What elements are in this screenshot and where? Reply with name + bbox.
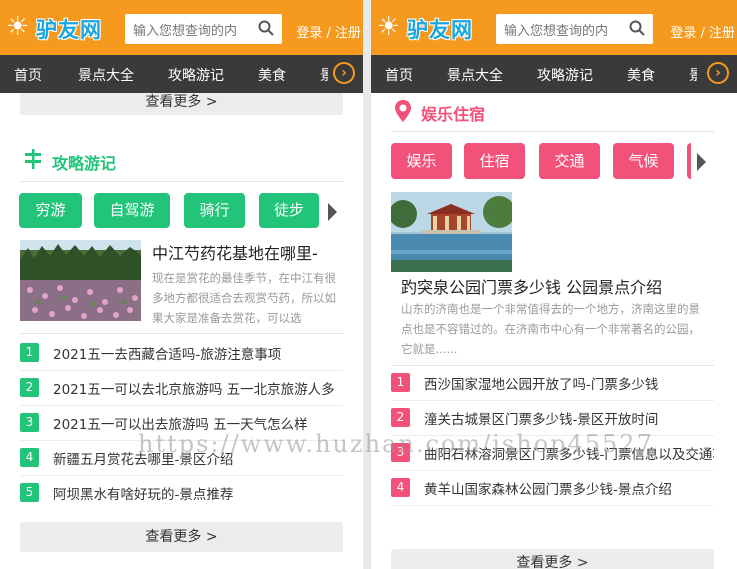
site-logo[interactable]: ☀ 驴友网	[6, 8, 118, 48]
login-register-link[interactable]: 登录 / 注册	[296, 22, 361, 41]
signpost-icon	[25, 149, 41, 169]
rank-number: 1	[391, 373, 410, 392]
view-more-button[interactable]: 查看更多 >	[20, 522, 343, 552]
category-hiking[interactable]: 徒步	[259, 193, 319, 228]
map-pin-icon	[395, 100, 411, 122]
header-bar: ☀ 驴友网 输入您想查询的内 登录 / 注册	[0, 0, 363, 55]
article-thumbnail[interactable]	[20, 240, 141, 321]
nav-item-food[interactable]: 美食	[627, 65, 655, 85]
category-climate[interactable]: 气候	[613, 143, 674, 179]
nav-item-guides[interactable]: 攻略游记	[168, 65, 224, 85]
nav-item-scenic[interactable]: 景点大全	[78, 65, 134, 85]
rank-number: 5	[20, 483, 39, 502]
search-icon[interactable]	[258, 20, 274, 36]
login-register-link[interactable]: 登录 / 注册	[670, 22, 735, 41]
view-more-button-top[interactable]: 查看更多 >	[20, 93, 343, 115]
search-input[interactable]: 输入您想查询的内	[125, 14, 282, 44]
nav-item-partial[interactable]: 景	[320, 65, 328, 85]
list-item-text: 阿坝黑水有啥好玩的-景点推荐	[53, 487, 234, 503]
article-description: 现在是赏花的最佳季节，在中江有很多地方都很适合去观赏芍药，所以如果大家是准备去赏…	[152, 271, 336, 325]
list-item[interactable]: 1 西沙国家湿地公园开放了吗-门票多少钱	[391, 365, 714, 401]
category-entertainment[interactable]: 娱乐	[391, 143, 452, 179]
rank-number: 4	[20, 448, 39, 467]
list-item[interactable]: 1 2021五一去西藏合适吗-旅游注意事项	[20, 335, 343, 371]
list-item[interactable]: 4 黄羊山国家森林公园门票多少钱-景点介绍	[391, 470, 714, 506]
search-icon[interactable]	[629, 20, 645, 36]
list-item-text: 2021五一可以去北京旅游吗 五一北京旅游人多	[53, 382, 335, 398]
panel-divider	[363, 0, 371, 569]
header-bar: ☀ 驴友网 输入您想查询的内 登录 / 注册	[371, 0, 737, 55]
rank-number: 3	[20, 413, 39, 432]
search-placeholder: 输入您想查询的内	[504, 24, 609, 39]
category-cycling[interactable]: 骑行	[184, 193, 245, 228]
rank-number: 2	[20, 378, 39, 397]
divider	[391, 131, 714, 132]
section-title-entertainment: 娱乐住宿	[421, 105, 486, 124]
article-thumbnail[interactable]	[391, 192, 512, 272]
rank-number: 2	[391, 408, 410, 427]
nav-item-scenic[interactable]: 景点大全	[447, 65, 503, 85]
list-item-text: 2021五一去西藏合适吗-旅游注意事项	[53, 347, 282, 363]
article-title[interactable]: 中江芍药花基地在哪里-	[152, 240, 342, 264]
nav-item-partial[interactable]: 景	[689, 65, 697, 85]
category-transport[interactable]: 交通	[539, 143, 600, 179]
article-description: 山东的济南也是一个非常值得去的一个地方，济南这里的景点也是不容错过的。在济南市中…	[401, 302, 700, 356]
list-item-text: 潼关古城景区门票多少钱-景区开放时间	[424, 412, 659, 428]
nav-item-food[interactable]: 美食	[258, 65, 286, 85]
article-title[interactable]: 趵突泉公园门票多少钱 公园景点介绍	[401, 274, 721, 298]
circle-arrow-right-icon[interactable]: ›	[333, 62, 355, 84]
nav-bar: 首页 景点大全 攻略游记 美食 景 ›	[0, 55, 363, 93]
list-item[interactable]: 5 阿坝黑水有啥好玩的-景点推荐	[20, 475, 343, 510]
category-lodging[interactable]: 住宿	[464, 143, 525, 179]
nav-item-home[interactable]: 首页	[385, 65, 413, 85]
rank-number: 1	[20, 343, 39, 362]
list-item-text: 西沙国家湿地公园开放了吗-门票多少钱	[424, 377, 659, 393]
rank-number: 4	[391, 478, 410, 497]
circle-arrow-right-icon[interactable]: ›	[707, 62, 729, 84]
category-budget-travel[interactable]: 穷游	[19, 193, 82, 228]
park-pavilion-image	[391, 192, 512, 272]
site-logo[interactable]: ☀ 驴友网	[377, 8, 489, 48]
left-phone-screen: ☀ 驴友网 输入您想查询的内 登录 / 注册 首页 景点大全 攻略游记 美食 景…	[0, 0, 363, 569]
search-input[interactable]: 输入您想查询的内	[496, 14, 653, 44]
right-phone-screen: ☀ 驴友网 输入您想查询的内 登录 / 注册 首页 景点大全 攻略游记 美食 景…	[371, 0, 737, 569]
brand-name: 驴友网	[36, 18, 102, 42]
section-title-guides: 攻略游记	[52, 154, 117, 173]
scroll-right-arrow-icon[interactable]	[328, 203, 337, 221]
watermark-text: https://www.huzhan.com/ishop45527	[138, 430, 654, 458]
palm-tree-icon: ☀	[6, 12, 30, 42]
divider	[20, 181, 343, 182]
search-placeholder: 输入您想查询的内	[133, 24, 238, 39]
nav-item-home[interactable]: 首页	[14, 65, 42, 85]
palm-tree-icon: ☀	[377, 12, 401, 42]
category-road-trip[interactable]: 自驾游	[94, 193, 170, 228]
nav-bar: 首页 景点大全 攻略游记 美食 景 ›	[371, 55, 737, 93]
list-item-text: 黄羊山国家森林公园门票多少钱-景点介绍	[424, 482, 672, 498]
divider	[20, 333, 343, 334]
nav-item-guides[interactable]: 攻略游记	[537, 65, 593, 85]
brand-name: 驴友网	[407, 18, 473, 42]
category-partial[interactable]	[687, 143, 691, 179]
scroll-right-arrow-icon[interactable]	[697, 153, 706, 171]
view-more-button[interactable]: 查看更多 >	[391, 549, 714, 569]
peony-field-image	[20, 240, 141, 321]
list-item[interactable]: 2 2021五一可以去北京旅游吗 五一北京旅游人多	[20, 370, 343, 406]
